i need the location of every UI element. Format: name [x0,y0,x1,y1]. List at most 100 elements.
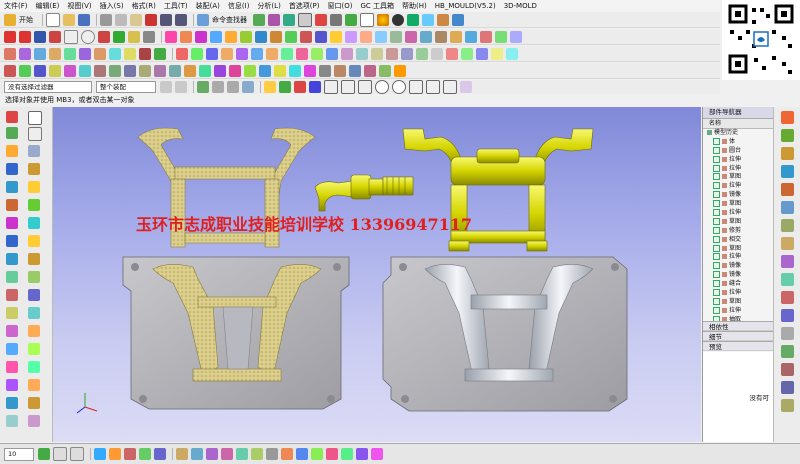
tree-node[interactable]: 拉伸 [703,181,773,190]
menu-3d-mold[interactable]: 3D-MOLD [500,2,541,10]
assembly-navigator-icon[interactable] [6,111,18,123]
n-sided-icon[interactable] [64,47,76,60]
datum-axis-icon[interactable] [206,47,218,60]
checkbox-icon[interactable] [713,288,720,296]
tool-23-icon[interactable] [6,415,18,427]
snap-midpoint-icon[interactable] [294,81,306,93]
expression-icon[interactable] [266,448,278,460]
bounded-plane-icon[interactable] [510,30,522,43]
tool-24-icon[interactable] [28,415,40,427]
snap-line-icon[interactable] [324,80,338,94]
sweep-icon[interactable] [195,30,207,43]
paste-icon[interactable] [130,13,142,26]
cut-icon[interactable] [100,13,112,26]
edge-display-icon[interactable] [452,13,464,26]
details-panel-header[interactable]: 细节 [703,331,773,341]
tree-node-model-history[interactable]: 模型历史 [703,128,773,137]
measure-distance-icon[interactable] [251,47,263,60]
tool-8-icon[interactable] [28,271,40,283]
scale-body-icon[interactable] [431,47,443,60]
parting-icon[interactable] [109,64,121,77]
menu-window[interactable]: 窗口(O) [324,1,357,11]
redo-icon[interactable] [175,13,187,26]
tree-node[interactable]: 拉伸 [703,252,773,261]
tab-system-scenes-icon[interactable] [781,291,794,304]
boss-icon[interactable] [225,30,237,43]
tree-node[interactable]: 拉伸 [703,208,773,217]
rotate-icon[interactable] [377,13,389,26]
tab-extra-5-icon[interactable] [781,399,794,412]
draft-analysis-icon[interactable] [139,448,151,460]
tab-assembly-icon[interactable] [781,111,794,124]
workpiece-icon[interactable] [49,64,61,77]
mold-check-icon[interactable] [379,64,391,77]
tree-node[interactable]: 草图 [703,172,773,181]
tree-node[interactable]: 草图 [703,217,773,226]
spline-icon[interactable] [34,30,46,43]
revolve-icon[interactable] [180,30,192,43]
palette-icon[interactable] [6,199,18,211]
menu-edit[interactable]: 编辑(E) [32,1,64,11]
electrode-icon[interactable] [244,64,256,77]
render-style-icon[interactable] [392,13,404,26]
split-body-icon[interactable] [435,30,447,43]
selection-scope-dropdown[interactable]: 整个装配 [96,81,156,93]
slider-lifter-icon[interactable] [169,64,181,77]
tree-node[interactable]: 拉伸 [703,164,773,173]
tree-node[interactable]: 镜像 [703,190,773,199]
checkbox-icon[interactable] [713,226,720,234]
checkbox-icon[interactable] [713,164,720,172]
cooling-icon[interactable] [229,64,241,77]
command-finder-icon[interactable] [197,13,209,26]
start-button[interactable]: 开始 [19,15,33,25]
datum-plane-icon[interactable] [191,47,203,60]
rectangle-icon[interactable] [64,29,78,44]
law-extension-icon[interactable] [94,47,106,60]
tree-node[interactable]: 缝合 [703,279,773,288]
unsuppress-icon[interactable] [236,448,248,460]
trim-sheet-icon[interactable] [139,47,151,60]
menu-information[interactable]: 信息(I) [224,1,254,11]
silhouette-flange-icon[interactable] [491,47,503,60]
menu-file[interactable]: 文件(F) [0,1,32,11]
sketch-icon[interactable] [176,47,188,60]
snap-endpoint-icon[interactable] [279,81,291,93]
tab-extra-3-icon[interactable] [781,363,794,376]
tool-6-icon[interactable] [28,253,40,265]
snap-slash-2-icon[interactable] [358,80,372,94]
update-icon[interactable] [281,448,293,460]
family-mold-icon[interactable] [79,64,91,77]
orient-view-icon[interactable] [407,13,419,26]
text-icon[interactable] [143,30,155,43]
replay-icon[interactable] [191,448,203,460]
checkbox-icon[interactable] [713,253,720,261]
extract-icon[interactable] [495,30,507,43]
tree-node[interactable]: 拉伸 [703,155,773,164]
copy-icon[interactable] [115,13,127,26]
checkbox-icon[interactable] [713,235,720,243]
checkbox-icon[interactable] [713,200,720,208]
dependencies-panel-header[interactable]: 相依性 [703,321,773,331]
part-navigator-icon[interactable] [28,127,42,141]
untrim-icon[interactable] [154,47,166,60]
tab-reuse-icon[interactable] [781,165,794,178]
resize-blend-icon[interactable] [326,47,338,60]
type-filter-dropdown[interactable]: 没有选择过滤器 [4,81,92,93]
checkbox-icon[interactable] [713,208,720,216]
tab-palette-icon[interactable] [781,309,794,322]
menu-view[interactable]: 视图(V) [63,1,95,11]
perspective-icon[interactable] [422,13,434,26]
mirror-icon[interactable] [405,30,417,43]
menu-preferences[interactable]: 首选项(P) [285,1,324,11]
intersect-icon[interactable] [315,30,327,43]
mold-csys-icon[interactable] [19,64,31,77]
window-icon[interactable] [28,111,42,125]
bom-icon[interactable] [289,64,301,77]
pocket-mold-icon[interactable] [274,64,286,77]
drawing-icon[interactable] [304,64,316,77]
delete-icon[interactable] [145,13,157,26]
sew-icon[interactable] [480,30,492,43]
curvature-icon[interactable] [109,448,121,460]
select-edges-icon[interactable] [242,81,254,93]
tool-3-icon[interactable] [6,235,18,247]
